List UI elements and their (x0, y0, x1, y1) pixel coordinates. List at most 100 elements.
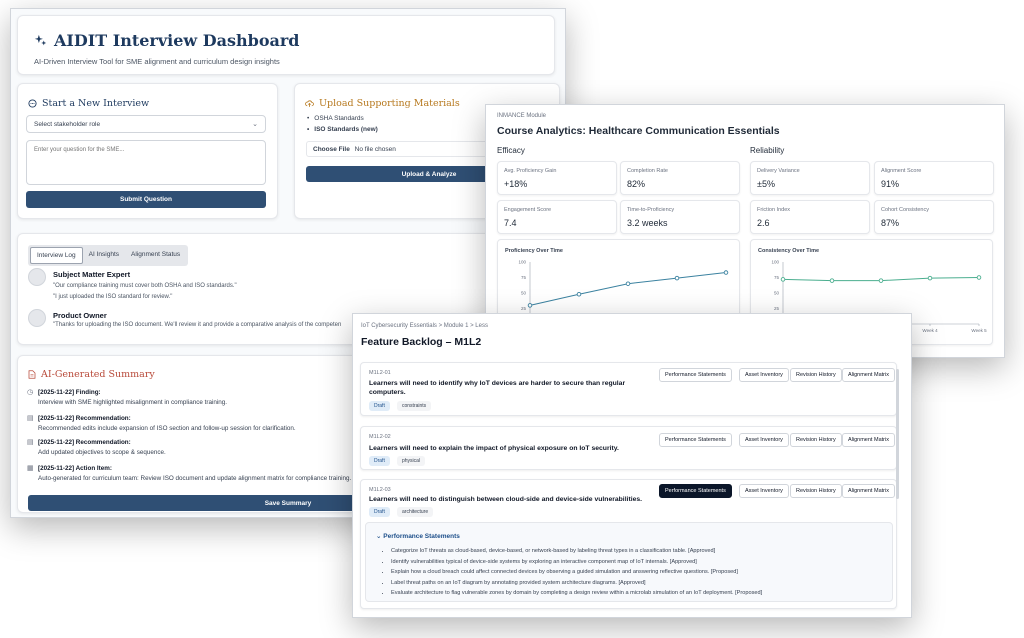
alignment-matrix-button[interactable]: Alignment Matrix (842, 484, 895, 498)
clipboard-icon: ▤ (27, 439, 34, 446)
metric-label: Completion Rate (627, 168, 668, 174)
dashboard-header: AIDIT Interview Dashboard AI-Driven Inte… (17, 15, 555, 75)
data-point (625, 281, 631, 286)
item-id: M1L2-02 (369, 434, 391, 440)
tab-ai-insights[interactable]: AI Insights (83, 247, 125, 264)
performance-heading[interactable]: ⌄ Performance Statements (376, 532, 460, 540)
metric-label: Cohort Consistency (881, 207, 929, 213)
revision-history-button[interactable]: Revision History (790, 484, 842, 498)
stakeholder-role-value: Select stakeholder role (34, 121, 101, 128)
log-speaker-name: Subject Matter Expert (53, 270, 131, 279)
backlog-title: Feature Backlog – M1L2 (361, 336, 482, 348)
performance-item: Evaluate architecture to flag vulnerable… (391, 588, 762, 599)
x-tick-label: Week 4 (922, 328, 938, 333)
new-interview-heading: Start a New Interview (28, 98, 149, 109)
data-point (927, 275, 933, 281)
asset-inventory-button[interactable]: Asset Inventory (739, 484, 789, 498)
metric-value: 91% (881, 179, 900, 189)
performance-statements-button[interactable]: Performance Statements (659, 484, 732, 498)
metric-label: Alignment Score (881, 168, 922, 174)
y-tick-label: 75 (521, 275, 527, 280)
data-point (878, 278, 884, 283)
log-message: "Thanks for uploading the ISO document. … (53, 322, 342, 328)
performance-statements-button[interactable]: Performance Statements (659, 433, 732, 447)
standards-list: OSHA Standards ISO Standards (new) (307, 113, 378, 135)
summary-item: ▤ [2025-11-22] Recommendation: Add updat… (27, 438, 166, 457)
backlog-item: M1L2-01 Learners will need to identify w… (360, 362, 897, 416)
performance-item: Identify vulnerabilities typical of devi… (391, 557, 762, 568)
data-point (527, 303, 533, 308)
stakeholder-role-select[interactable]: Select stakeholder role ⌄ (26, 115, 266, 133)
status-badge: Draft (369, 507, 390, 517)
avatar (28, 268, 46, 286)
performance-item: Categorize IoT threats as cloud-based, d… (391, 546, 762, 557)
y-tick-label: 100 (771, 260, 779, 265)
metric-card: Time-to-Proficiency 3.2 weeks (620, 200, 740, 234)
metric-card: Completion Rate 82% (620, 161, 740, 195)
summary-item-detail: Auto-generated for curriculum team: Revi… (38, 474, 352, 482)
asset-inventory-button[interactable]: Asset Inventory (739, 368, 789, 382)
revision-history-button[interactable]: Revision History (790, 368, 842, 382)
metric-value: 82% (627, 179, 646, 189)
efficacy-heading: Efficacy (497, 146, 525, 155)
chevron-down-icon: ⌄ (252, 121, 258, 128)
new-interview-title: Start a New Interview (42, 98, 150, 109)
dashboard-title: AIDIT Interview Dashboard (54, 31, 300, 50)
breadcrumb: IoT Cybersecurity Essentials > Module 1 … (361, 323, 488, 329)
question-input[interactable] (26, 140, 266, 185)
metric-card: Engagement Score 7.4 (497, 200, 617, 234)
log-message: "Our compliance training must cover both… (53, 283, 237, 289)
tab-alignment-status[interactable]: Alignment Status (125, 247, 186, 264)
x-tick-label: Week 5 (971, 328, 987, 333)
performance-title: Performance Statements (383, 533, 460, 540)
metric-label: Engagement Score (504, 207, 552, 213)
item-text: Learners will need to identify why IoT d… (369, 380, 626, 396)
data-point (780, 277, 786, 282)
summary-item: ◷ [2025-11-22] Finding: Interview with S… (27, 388, 227, 407)
performance-statements-button[interactable]: Performance Statements (659, 368, 732, 382)
summary-item-detail: Interview with SME highlighted misalignm… (38, 398, 227, 406)
revision-history-button[interactable]: Revision History (790, 433, 842, 447)
metric-label: Avg. Proficiency Gain (504, 168, 557, 174)
metric-value: 87% (881, 218, 900, 228)
metric-value: ±5% (757, 179, 775, 189)
scrollbar[interactable] (896, 369, 899, 499)
alignment-matrix-button[interactable]: Alignment Matrix (842, 433, 895, 447)
data-point (576, 291, 582, 297)
cloud-upload-icon (305, 100, 314, 107)
summary-item-title: [2025-11-22] Finding: (38, 389, 101, 396)
summary-item-detail: Recommended edits include expansion of I… (38, 424, 296, 432)
summary-title: AI-Generated Summary (41, 369, 155, 380)
sparkle-icon (34, 34, 47, 46)
upload-heading: Upload Supporting Materials (305, 98, 460, 109)
asset-inventory-button[interactable]: Asset Inventory (739, 433, 789, 447)
metric-card: Alignment Score 91% (874, 161, 994, 195)
file-status: No file chosen (354, 146, 396, 153)
y-tick-label: 25 (774, 306, 780, 311)
summary-item-title: [2025-11-22] Action Item: (38, 465, 112, 472)
calendar-icon: ▦ (27, 465, 34, 472)
alignment-matrix-button[interactable]: Alignment Matrix (842, 368, 895, 382)
metric-card: Friction Index 2.6 (750, 200, 870, 234)
avatar (28, 309, 46, 327)
series-line (529, 272, 727, 306)
analytics-title: Course Analytics: Healthcare Communicati… (497, 125, 780, 137)
metric-value: 3.2 weeks (627, 218, 668, 228)
backlog-item: M1L2-02 Learners will need to explain th… (360, 426, 897, 470)
metric-value: +18% (504, 179, 528, 189)
data-point (674, 275, 680, 281)
document-icon (28, 370, 36, 379)
tab-interview-log[interactable]: Interview Log (30, 247, 83, 264)
choose-file-button[interactable]: Choose File (313, 146, 350, 153)
feature-backlog-window: IoT Cybersecurity Essentials > Module 1 … (352, 313, 912, 618)
metric-card: Cohort Consistency 87% (874, 200, 994, 234)
performance-item: Label threat paths on an IoT diagram by … (391, 578, 762, 589)
summary-item: ▦ [2025-11-22] Action Item: Auto-generat… (27, 464, 351, 483)
log-speaker-name: Product Owner (53, 311, 107, 320)
y-tick-label: 75 (774, 275, 780, 280)
submit-question-button[interactable]: Submit Question (26, 191, 266, 208)
page-title: AIDIT Interview Dashboard (34, 31, 299, 50)
summary-item-title: [2025-11-22] Recommendation: (38, 439, 131, 446)
summary-item-title: [2025-11-22] Recommendation: (38, 415, 131, 422)
metric-value: 2.6 (757, 218, 770, 228)
